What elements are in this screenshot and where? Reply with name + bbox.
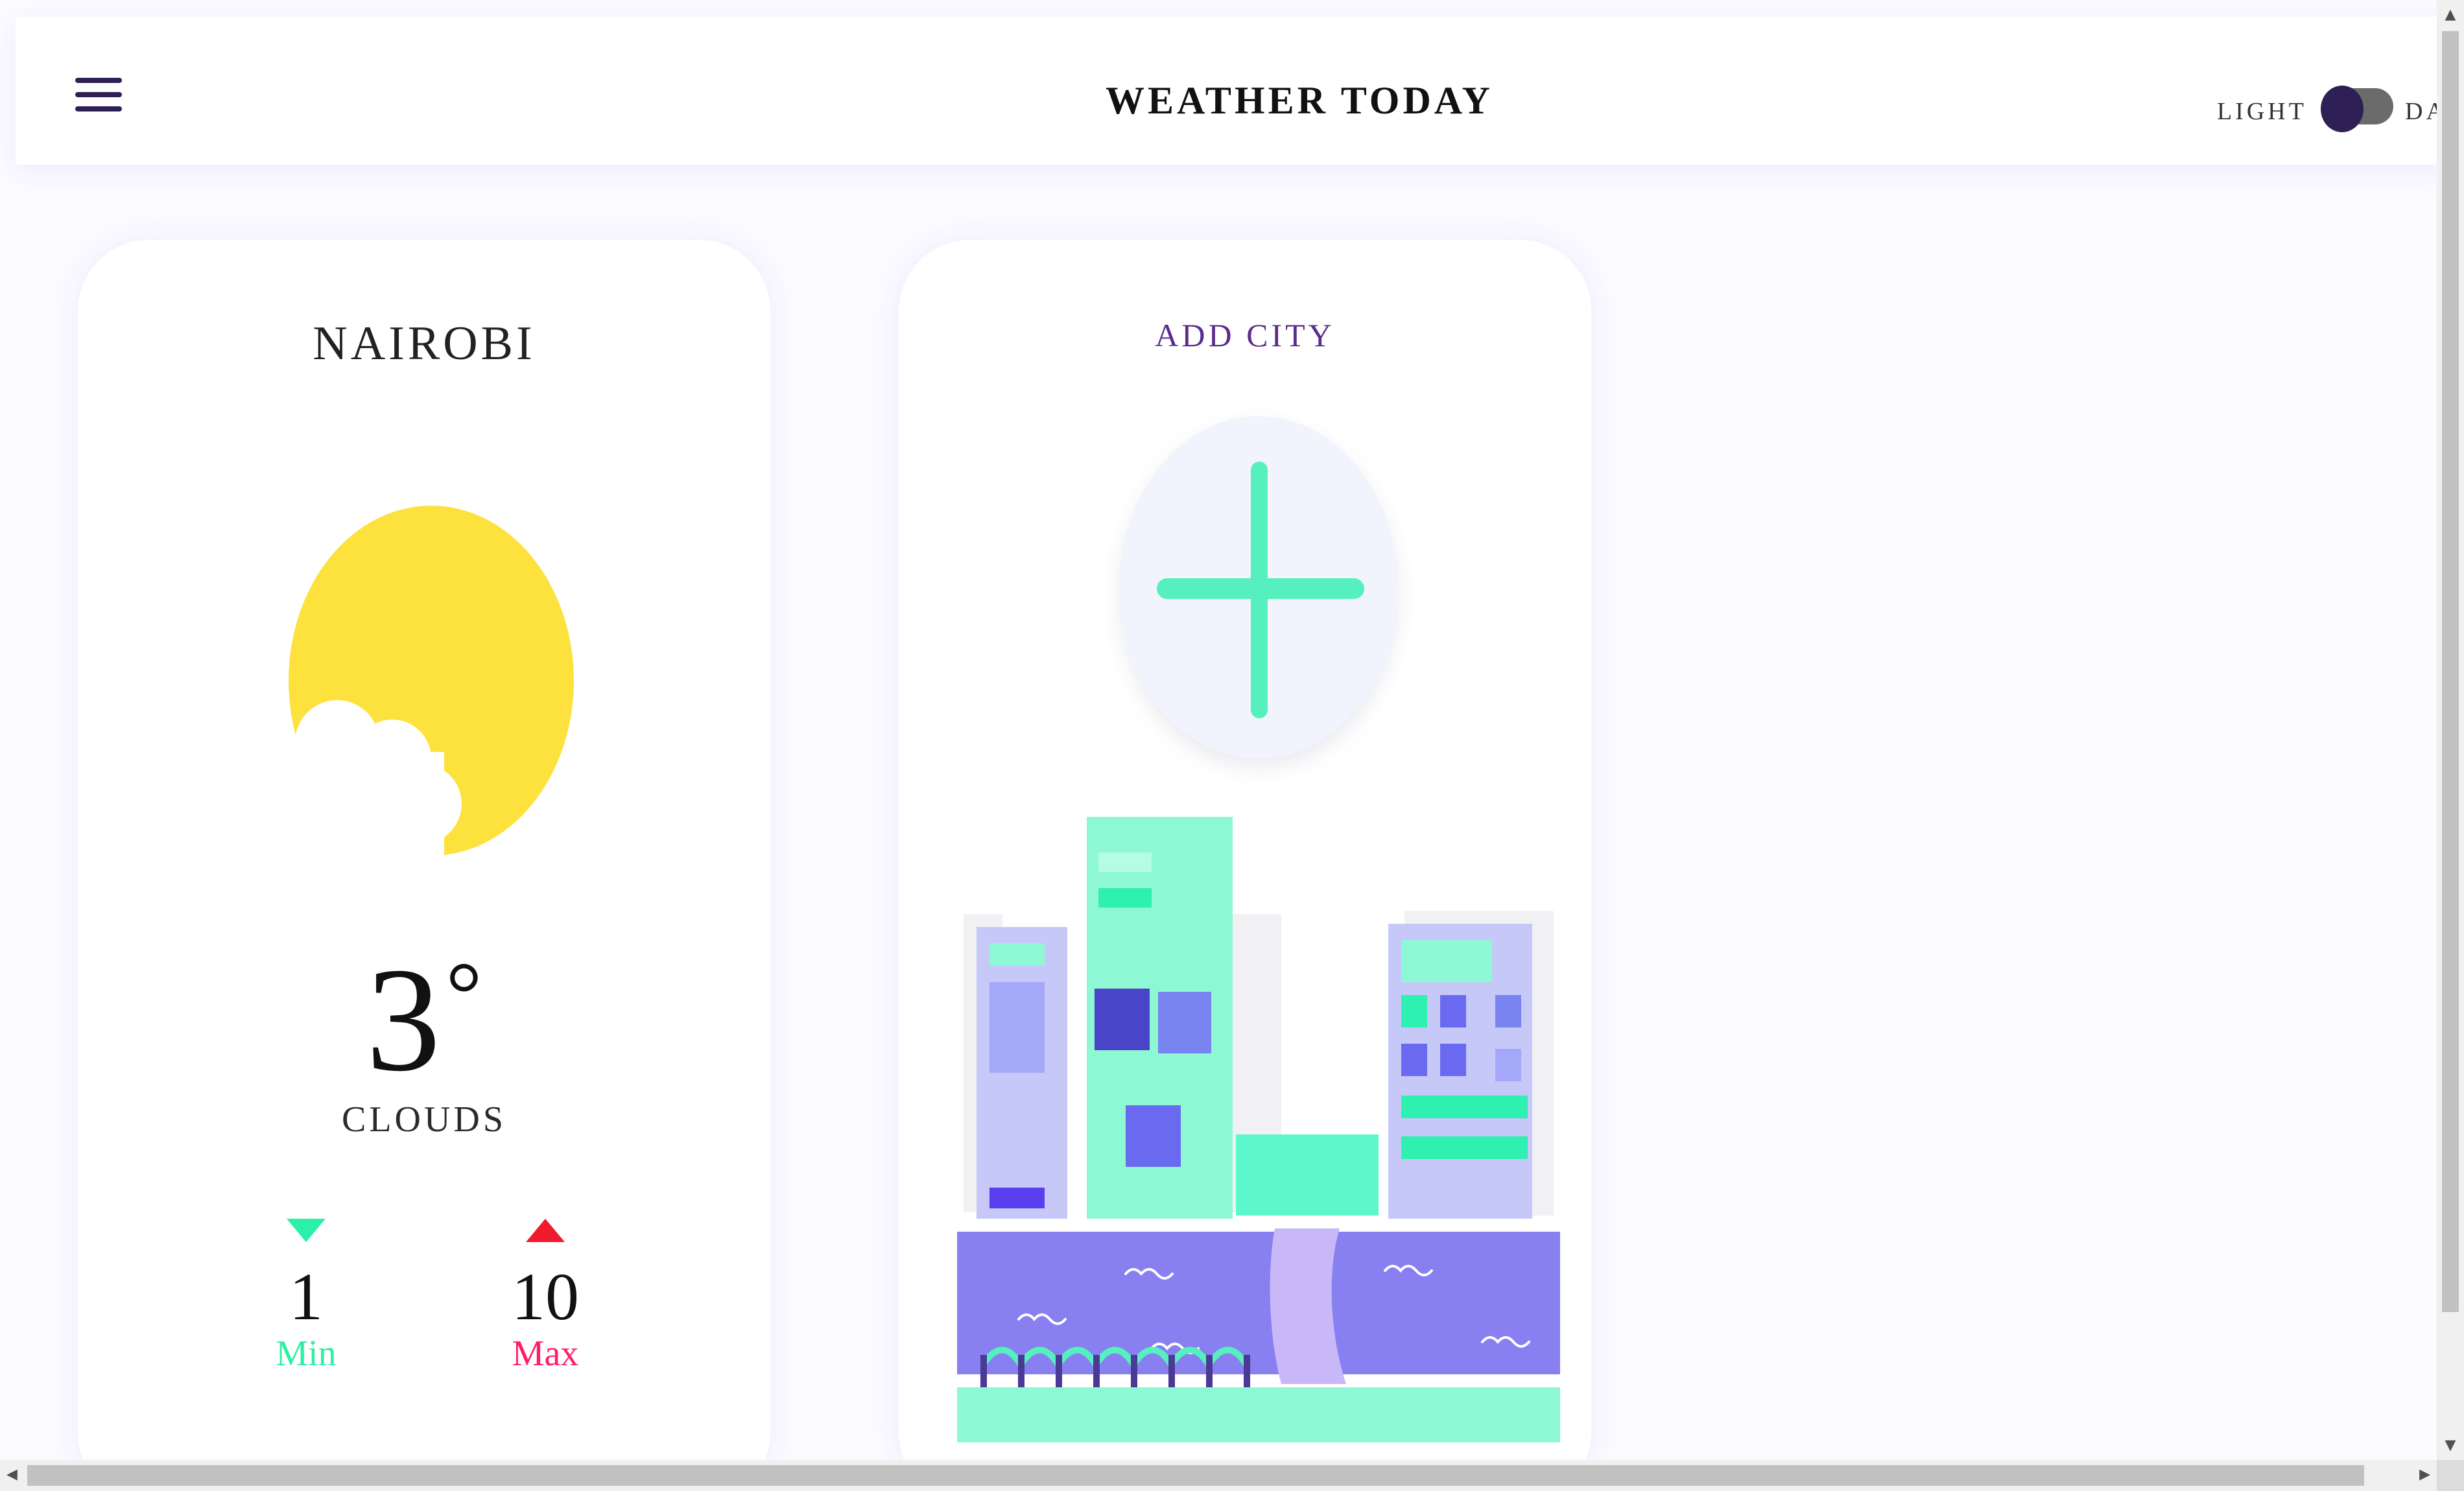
max-label: Max [512,1333,579,1374]
horizontal-scroll-thumb[interactable] [27,1465,2364,1486]
min-temperature: 1 Min [222,1219,390,1374]
top-bar: WEATHER TODAY LIGHT DA [16,17,2437,165]
hamburger-menu-icon[interactable] [61,66,139,124]
city-skyline-illustration [957,817,1560,1442]
add-city-label[interactable]: ADD CITY [899,316,1591,354]
vertical-scroll-thumb[interactable] [2442,31,2459,1312]
scroll-down-icon[interactable]: ▼ [2437,1437,2464,1453]
vertical-scrollbar[interactable]: ▲ ▼ [2437,0,2464,1460]
max-value: 10 [512,1260,579,1334]
scrollbar-corner [2437,1460,2464,1491]
light-mode-label: LIGHT [2217,98,2307,125]
degree-symbol: ° [445,944,482,1044]
arrow-up-icon [526,1219,565,1242]
theme-switch[interactable] [2321,82,2393,132]
temperature-value: 3 [366,937,441,1102]
arrow-down-icon [287,1219,326,1242]
city-name: NAIROBI [313,317,536,370]
temperature: 3° [78,933,770,1105]
sun-behind-cloud-icon [276,506,574,862]
max-temperature: 10 Max [461,1219,630,1374]
app-viewport: WEATHER TODAY LIGHT DA NAIROBI 3° [0,0,2437,1460]
weather-card[interactable]: NAIROBI 3° CLOUDS 1 Min 10 Max [78,240,770,1460]
switch-thumb [2321,86,2363,132]
app-title: WEATHER TODAY [1106,79,1493,122]
weather-condition: CLOUDS [341,1099,507,1140]
add-city-card[interactable]: ADD CITY [899,240,1591,1460]
horizontal-scrollbar[interactable]: ◀ ▶ [0,1460,2437,1491]
add-city-button[interactable] [1119,416,1398,758]
min-value: 1 [289,1260,323,1334]
min-label: Min [276,1333,337,1374]
scroll-left-icon[interactable]: ◀ [6,1466,18,1483]
dark-mode-label: DA [2405,98,2437,125]
scroll-up-icon[interactable]: ▲ [2437,6,2464,23]
scroll-right-icon[interactable]: ▶ [2419,1466,2430,1483]
